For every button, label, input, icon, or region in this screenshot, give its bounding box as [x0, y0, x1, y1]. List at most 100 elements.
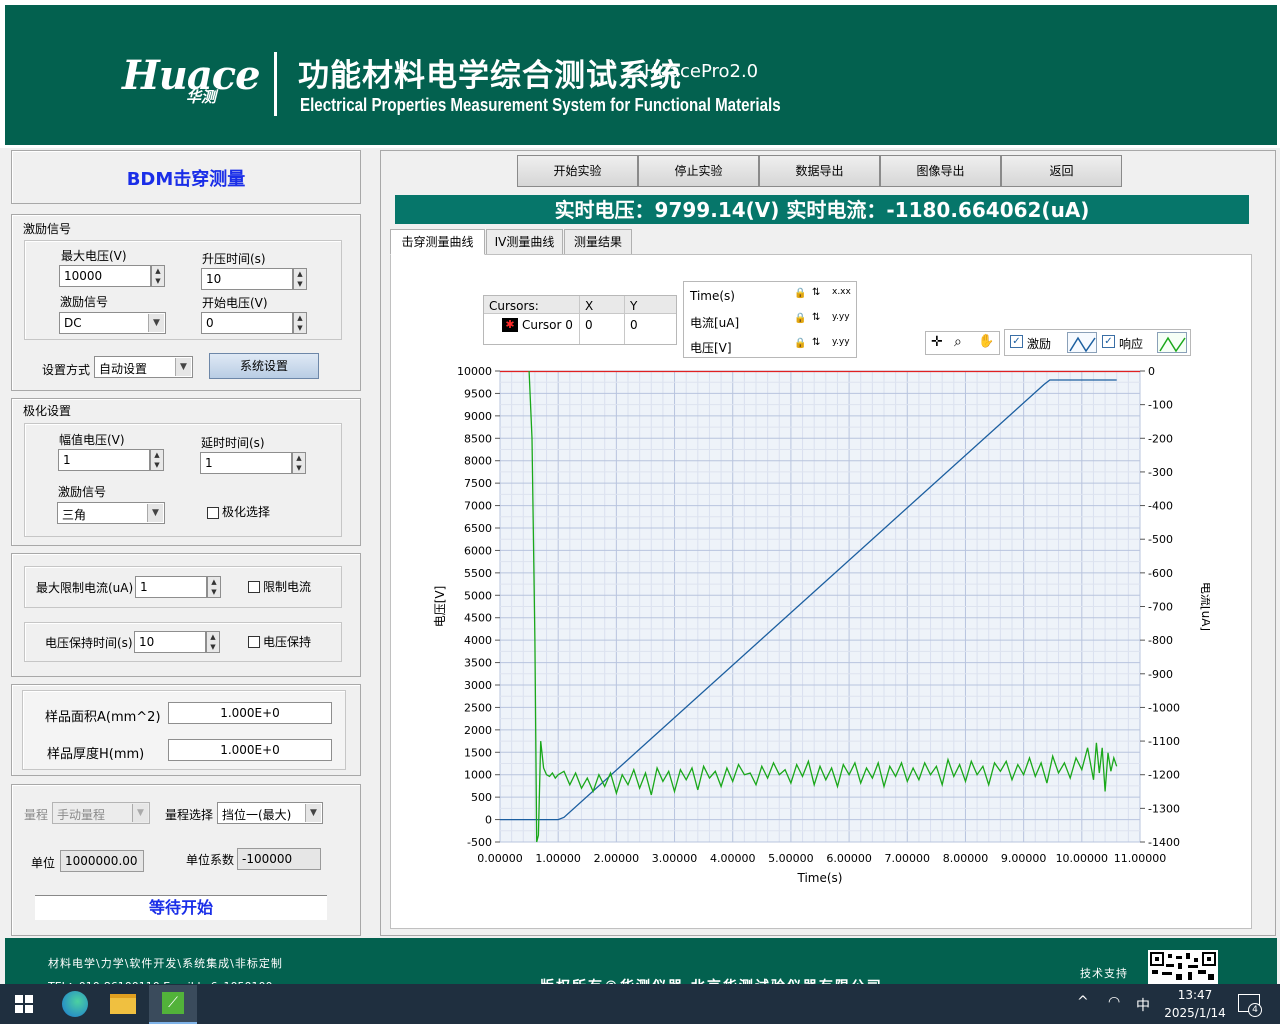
max-voltage-input[interactable]: 10000	[59, 265, 151, 287]
sample-area-input[interactable]: 1.000E+0	[168, 702, 332, 724]
unit-coef-value: -100000	[237, 848, 321, 870]
tab-results[interactable]: 测量结果	[564, 229, 632, 255]
lock-icon[interactable]: 🔒	[794, 338, 806, 349]
delay-stepper[interactable]: ▲ ▼	[292, 452, 306, 474]
clock-date[interactable]: 2025/1/14	[1158, 1006, 1232, 1020]
logo-subtitle: 华测	[186, 88, 217, 106]
limit-current-checkbox[interactable]	[248, 581, 260, 593]
response-checkbox[interactable]: ✓	[1102, 335, 1115, 348]
chevron-down-icon[interactable]: ▼	[147, 504, 163, 522]
polar-signal-select[interactable]: 三角 ▼	[57, 502, 165, 524]
app-version: —HuacePro2.0	[626, 61, 759, 82]
max-current-input[interactable]: 1	[135, 576, 207, 598]
pan-hand-icon[interactable]: ✋	[978, 334, 994, 349]
max-voltage-stepper[interactable]: ▲ ▼	[151, 265, 165, 287]
chevron-down-icon[interactable]: ▼	[132, 804, 148, 822]
format-y-icon[interactable]: y.yy	[832, 337, 850, 347]
cursor-name[interactable]: Cursor 0	[522, 318, 573, 332]
polarization-select-checkbox[interactable]	[207, 507, 219, 519]
file-explorer-icon[interactable]	[110, 994, 136, 1014]
chevron-down-icon[interactable]: ▼	[305, 804, 321, 822]
edge-browser-icon[interactable]	[62, 991, 88, 1017]
cursor-x-value[interactable]: 0	[585, 318, 593, 332]
graph-tools: ✛ ⌕ ✋	[925, 331, 1000, 355]
range-choice-select[interactable]: 挡位一(最大) ▼	[217, 802, 323, 824]
y-tick-label: 9500	[464, 387, 492, 400]
hold-time-stepper[interactable]: ▲ ▼	[206, 631, 220, 653]
y-tick-label: 9000	[464, 410, 492, 423]
y2-tick-label: -300	[1148, 466, 1173, 479]
tab-breakdown-curve[interactable]: 击穿测量曲线	[390, 229, 485, 255]
autoscale-y-icon[interactable]: ⇅	[812, 337, 820, 348]
range-select[interactable]: 手动量程 ▼	[52, 802, 150, 824]
breakdown-chart[interactable]: 0.00000 1.00000 2.00000 3.00000 4.00000 5.000…	[420, 360, 1210, 890]
autoscale-y-icon[interactable]: ⇅	[812, 312, 820, 323]
mode-title: BDM击穿测量	[126, 169, 246, 190]
return-button[interactable]: 返回	[1001, 155, 1122, 187]
export-image-button[interactable]: 图像导出	[880, 155, 1001, 187]
start-voltage-input[interactable]: 0	[201, 312, 293, 334]
export-data-button[interactable]: 数据导出	[759, 155, 880, 187]
crosshair-icon[interactable]: ✛	[931, 334, 943, 350]
y-tick-label: 3000	[464, 679, 492, 692]
y-tick-label: -500	[467, 836, 492, 849]
setting-mode-select[interactable]: 自动设置 ▼	[94, 356, 193, 378]
format-x-icon[interactable]: x.xx	[832, 287, 851, 297]
excite-checkbox[interactable]: ✓	[1010, 335, 1023, 348]
max-current-stepper[interactable]: ▲ ▼	[207, 576, 221, 598]
x-tick-label: 3.00000	[652, 852, 698, 865]
chevron-up-icon[interactable]: ^	[1077, 994, 1089, 1010]
unit-label: 单位	[31, 856, 56, 870]
y2-tick-label: -200	[1148, 432, 1173, 445]
autoscale-x-icon[interactable]: ⇅	[812, 287, 820, 298]
cursor-marker-icon[interactable]: ✱	[502, 318, 518, 332]
chevron-down-icon[interactable]: ▼	[148, 314, 164, 332]
app-title: 功能材料电学综合测试系统	[298, 58, 682, 94]
divider	[624, 296, 625, 344]
rise-time-input[interactable]: 10	[201, 268, 293, 290]
start-voltage-stepper[interactable]: ▲ ▼	[293, 312, 307, 334]
unit-value: 1000000.00	[60, 850, 144, 872]
lock-icon[interactable]: 🔒	[794, 288, 806, 299]
y-tick-label: 3500	[464, 657, 492, 670]
y2-tick-label: -400	[1148, 500, 1173, 513]
response-plot-icon[interactable]	[1157, 332, 1187, 353]
signal-select[interactable]: DC ▼	[59, 312, 166, 334]
limit-current-label: 限制电流	[263, 580, 312, 594]
hold-voltage-checkbox[interactable]	[248, 636, 260, 648]
format-y-icon[interactable]: y.yy	[832, 312, 850, 322]
x-tick-label: 5.00000	[768, 852, 814, 865]
x-axis-title: Time(s)	[797, 871, 843, 885]
delay-input[interactable]: 1	[200, 452, 292, 474]
hold-time-input[interactable]: 10	[134, 631, 206, 653]
zoom-icon[interactable]: ⌕	[954, 334, 962, 350]
stop-experiment-button[interactable]: 停止实验	[638, 155, 759, 187]
cursor-y-header: Y	[630, 299, 638, 313]
lock-icon[interactable]: 🔒	[794, 313, 806, 324]
rise-time-stepper[interactable]: ▲ ▼	[293, 268, 307, 290]
amplitude-stepper[interactable]: ▲ ▼	[150, 449, 164, 471]
sample-thickness-input[interactable]: 1.000E+0	[168, 739, 332, 761]
y2-tick-label: 0	[1148, 365, 1155, 378]
y2-tick-label: -500	[1148, 533, 1173, 546]
axis-legend: Time(s) 电流[uA] 电压[V] 🔒 ⇅ x.xx 🔒 ⇅ y.yy 🔒…	[683, 281, 857, 358]
y-axis-title: 电压[V]	[433, 586, 447, 628]
cursor-y-value[interactable]: 0	[630, 318, 638, 332]
start-experiment-button[interactable]: 开始实验	[517, 155, 638, 187]
system-settings-button[interactable]: 系统设置	[209, 353, 319, 379]
x-tick-label: 8.00000	[943, 852, 989, 865]
plot-legend: ✓ 激励 ✓ 响应	[1004, 329, 1191, 356]
taskbar-app-active[interactable]: ⟋	[149, 985, 197, 1024]
y2-tick-label: -1400	[1148, 836, 1180, 849]
windows-start-icon[interactable]	[15, 995, 33, 1013]
ime-indicator[interactable]: 中	[1136, 995, 1150, 1015]
network-icon[interactable]: ◠	[1108, 994, 1120, 1010]
chevron-down-icon[interactable]: ▼	[175, 358, 191, 376]
clock-time[interactable]: 13:47	[1160, 988, 1230, 1002]
amplitude-input[interactable]: 1	[58, 449, 150, 471]
excite-label: 激励	[1027, 337, 1052, 351]
signal-label: 激励信号	[60, 295, 109, 309]
y-tick-label: 6000	[464, 544, 492, 557]
tab-iv-curve[interactable]: IV测量曲线	[486, 229, 563, 255]
excite-plot-icon[interactable]	[1067, 332, 1097, 353]
